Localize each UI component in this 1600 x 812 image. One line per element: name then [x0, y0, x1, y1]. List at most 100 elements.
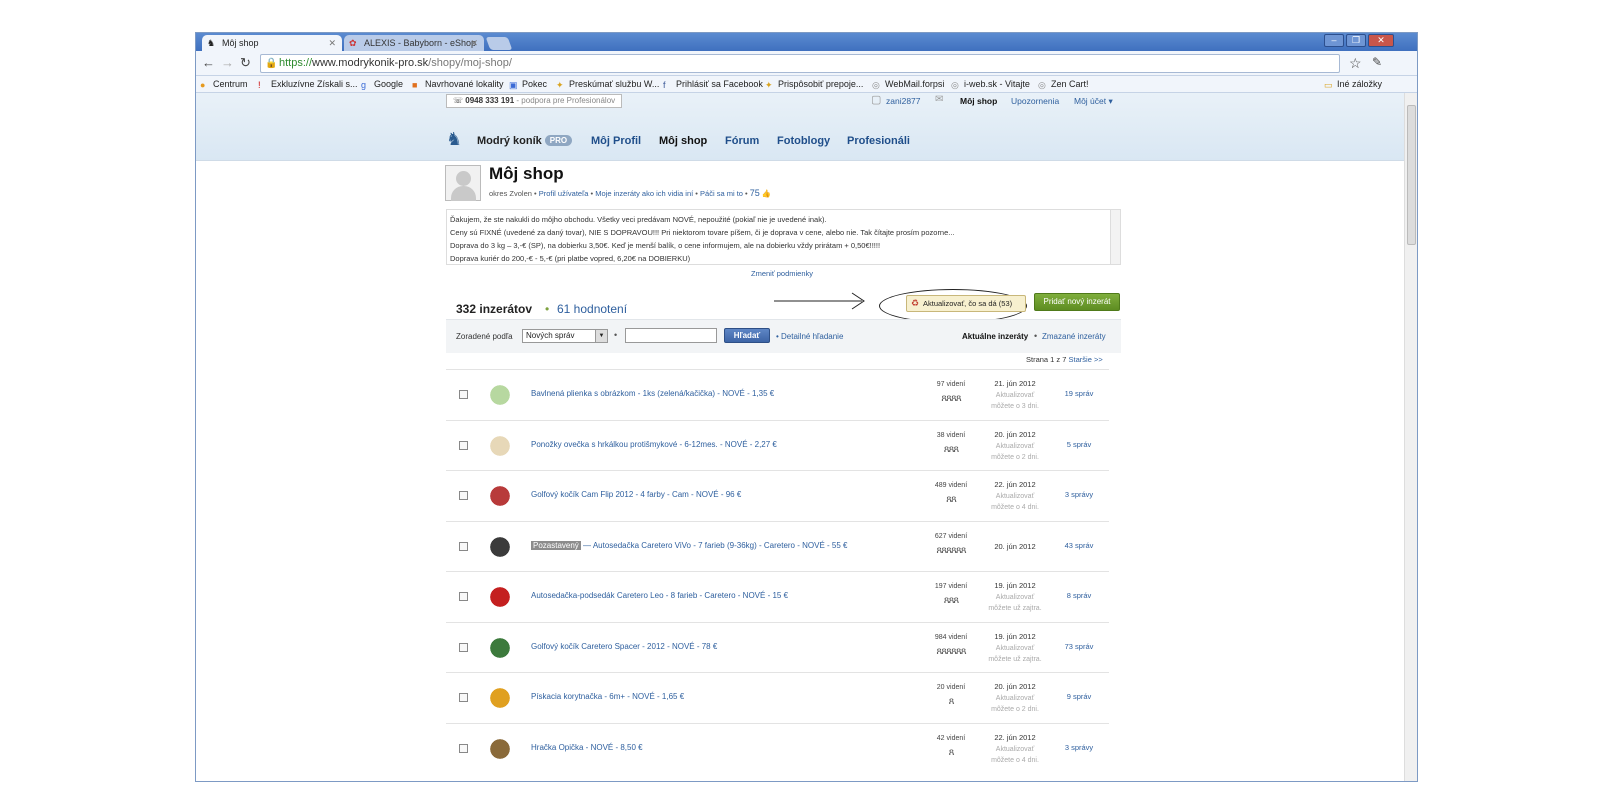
update-line[interactable]: Aktualizovať: [980, 693, 1050, 704]
close-tab-icon[interactable]: ✕: [328, 35, 336, 51]
row-checkbox[interactable]: [459, 743, 468, 753]
change-conditions-link[interactable]: Zmeniť podmienky: [751, 269, 813, 278]
row-checkbox[interactable]: [459, 693, 468, 702]
nav-my-shop-top[interactable]: Môj shop: [960, 96, 997, 106]
listing-title-link[interactable]: Ponožky ovečka s hrkálkou protišmykové -…: [531, 440, 777, 449]
bookmark-item[interactable]: ● Centrum: [200, 78, 248, 91]
mail-icon[interactable]: ✉: [935, 94, 943, 105]
listing-title-link[interactable]: Golfový kočík Cam Flip 2012 - 4 farby - …: [531, 490, 741, 499]
bookmark-item[interactable]: ▣ Pokec: [509, 78, 547, 91]
messages-link[interactable]: 8 správ: [1051, 591, 1107, 600]
add-listing-button[interactable]: Pridať nový inzerát: [1034, 293, 1120, 311]
product-thumbnail[interactable]: [480, 527, 520, 566]
nav-photoblogs[interactable]: Fotoblogy: [777, 135, 830, 147]
my-account-menu[interactable]: Môj účet ▾: [1074, 96, 1113, 107]
nav-my-shop[interactable]: Môj shop: [659, 135, 707, 147]
row-checkbox[interactable]: [459, 440, 468, 450]
product-thumbnail[interactable]: [480, 477, 520, 515]
update-line[interactable]: Aktualizovať: [980, 592, 1050, 603]
update-line[interactable]: Aktualizovať: [980, 491, 1050, 502]
messages-link[interactable]: 9 správ: [1051, 692, 1107, 701]
bookmark-item[interactable]: ◎ i-web.sk - Vitajte: [951, 78, 1030, 91]
other-bookmarks[interactable]: ▭ Iné záložky: [1324, 78, 1382, 91]
row-checkbox[interactable]: [459, 491, 468, 500]
site-logo[interactable]: Modrý koník PRO: [477, 135, 573, 147]
sort-select[interactable]: Nových správ ▼: [522, 329, 608, 343]
product-thumbnail[interactable]: [480, 628, 520, 667]
bookmark-item[interactable]: ✦ Preskúmať službu W...: [556, 78, 659, 91]
page-scrollbar[interactable]: [1404, 93, 1417, 781]
minimize-button[interactable]: –: [1324, 34, 1344, 47]
product-thumbnail[interactable]: [480, 578, 520, 616]
bookmark-item[interactable]: g Google: [361, 78, 403, 91]
update-line[interactable]: Aktualizovať: [980, 390, 1050, 401]
bookmark-item[interactable]: ✦ Prispôsobiť prepoje...: [765, 78, 863, 91]
row-checkbox[interactable]: [459, 390, 468, 399]
table-row: Golfový kočík Caretero Spacer - 2012 - N…: [446, 621, 1109, 673]
update-all-button[interactable]: ♻ Aktualizovať, čo sa dá (53): [906, 295, 1026, 312]
ratings-link[interactable]: 61 hodnotení: [557, 302, 627, 316]
messages-link[interactable]: 5 správ: [1051, 440, 1107, 449]
tab-bar: ♞ Môj shop ✕ ✿ ALEXIS - Babyborn - eShop…: [196, 33, 1417, 51]
messages-link[interactable]: 3 správy: [1051, 490, 1107, 499]
bookmark-item[interactable]: ! Exkluzívne Získali s...: [258, 78, 358, 91]
update-line[interactable]: Aktualizovať: [980, 744, 1050, 755]
conditions-scrollbar[interactable]: [1110, 210, 1120, 264]
product-thumbnail[interactable]: [480, 729, 520, 768]
nav-professionals[interactable]: Profesionáli: [847, 135, 910, 147]
bookmark-item[interactable]: ◎ WebMail.forpsi: [872, 78, 944, 91]
reload-icon[interactable]: ↻: [240, 55, 251, 71]
listing-title-link[interactable]: Pozastavený — Autosedačka Caretero ViVo …: [531, 540, 847, 550]
messages-link[interactable]: 3 správy: [1051, 743, 1107, 752]
listing-title-link[interactable]: Pískacia korytnačka - 6m+ - NOVÉ - 1,65 …: [531, 692, 684, 701]
messages-link[interactable]: 43 správ: [1051, 541, 1107, 550]
close-tab-icon[interactable]: ✕: [470, 35, 478, 51]
close-window-button[interactable]: ✕: [1368, 34, 1394, 47]
tab-deleted-listings[interactable]: Zmazané inzeráty: [1042, 332, 1106, 341]
product-thumbnail[interactable]: [480, 679, 520, 717]
advanced-search-link[interactable]: • Detailné hľadanie: [776, 332, 843, 341]
profile-link[interactable]: Profil užívateľa: [539, 189, 589, 198]
bookmark-item[interactable]: ◎ Zen Cart!: [1038, 78, 1089, 91]
row-checkbox[interactable]: [459, 541, 468, 551]
notifications-link[interactable]: Upozornenia: [1011, 96, 1059, 106]
update-line: môžete o 2 dni.: [991, 453, 1039, 461]
new-tab-button[interactable]: [485, 37, 513, 50]
update-line: môžete o 2 dni.: [991, 706, 1039, 713]
row-checkbox[interactable]: [459, 642, 468, 652]
username-link[interactable]: zani2877: [886, 96, 921, 106]
bookmark-star-icon[interactable]: ☆: [1349, 55, 1362, 72]
like-count: 75: [749, 188, 760, 198]
nav-forum[interactable]: Fórum: [725, 135, 759, 147]
address-bar[interactable]: 🔒 https://www.modrykonik-pro.sk/shopy/mo…: [260, 54, 1340, 73]
wrench-icon[interactable]: ✎: [1372, 55, 1382, 69]
nav-my-profile[interactable]: Môj Profil: [591, 135, 641, 147]
listing-title-link[interactable]: Golfový kočík Caretero Spacer - 2012 - N…: [531, 642, 717, 651]
older-page-link[interactable]: Staršie >>: [1069, 355, 1103, 364]
tab-alexis[interactable]: ✿ ALEXIS - Babyborn - eShop ✕: [344, 35, 484, 51]
listing-title-link[interactable]: Hračka Opička - NOVÉ - 8,50 €: [531, 743, 643, 752]
maximize-button[interactable]: ❐: [1346, 34, 1366, 47]
like-link[interactable]: Páči sa mi to: [700, 189, 743, 198]
update-line[interactable]: Aktualizovať: [980, 643, 1050, 654]
forward-arrow-icon[interactable]: →: [221, 55, 234, 70]
messages-link[interactable]: 73 správ: [1051, 642, 1107, 651]
search-button[interactable]: Hľadať: [724, 328, 770, 343]
search-input[interactable]: [625, 328, 717, 343]
tab-moj-shop[interactable]: ♞ Môj shop ✕: [202, 35, 342, 51]
messages-link[interactable]: 19 správ: [1051, 389, 1107, 398]
update-line[interactable]: Aktualizovať: [980, 441, 1050, 452]
bookmark-item[interactable]: ■ Navrhované lokality: [412, 78, 504, 91]
listing-title-link[interactable]: Bavlnená plienka s obrázkom - 1ks (zelen…: [531, 389, 774, 398]
product-thumbnail[interactable]: [480, 426, 520, 465]
facebook-icon: f: [663, 80, 666, 90]
product-thumbnail[interactable]: [480, 376, 520, 414]
back-arrow-icon[interactable]: ←: [202, 55, 215, 70]
bookmark-item[interactable]: f Prihlásiť sa Facebook: [663, 78, 763, 91]
listing-count: 332 inzerátov: [456, 302, 533, 316]
listing-title-link[interactable]: Autosedačka-podsedák Caretero Leo - 8 fa…: [531, 591, 788, 600]
tab-current-listings[interactable]: Aktuálne inzeráty: [962, 332, 1028, 341]
scrollbar-thumb[interactable]: [1407, 105, 1416, 245]
view-as-others-link[interactable]: Moje inzeráty ako ich vidia iní: [595, 189, 693, 198]
row-checkbox[interactable]: [459, 592, 468, 601]
